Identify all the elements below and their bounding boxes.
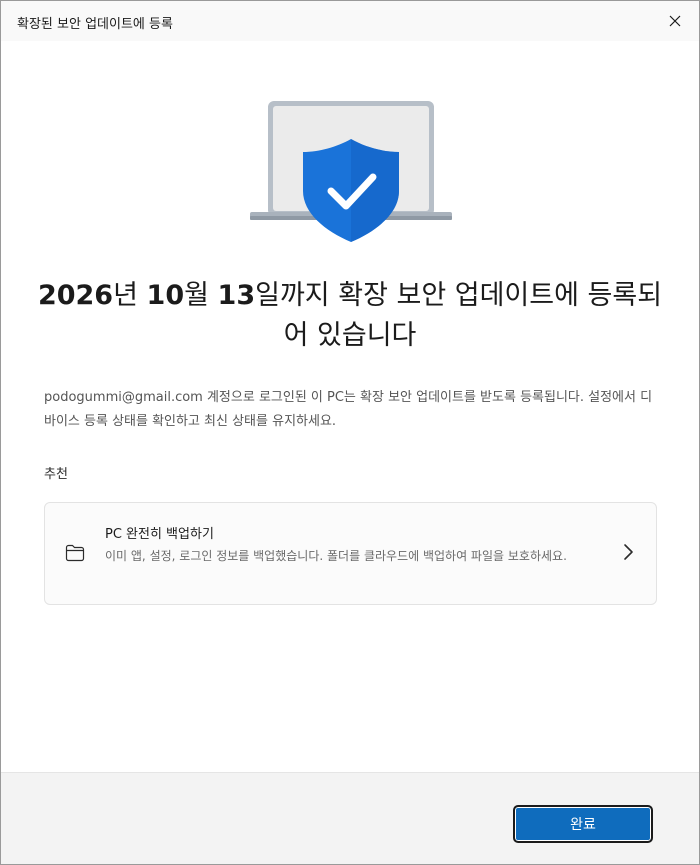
done-button[interactable]: 완료 [513,805,653,843]
title-bar: 확장된 보안 업데이트에 등록 [1,1,699,41]
enrollment-description: podogummi@gmail.com 계정으로 로그인된 이 PC는 확장 보… [44,390,653,429]
folder-icon [65,544,85,562]
window-title: 확장된 보안 업데이트에 등록 [17,17,173,32]
close-button[interactable] [657,5,693,37]
chevron-right-icon [624,544,633,560]
esu-enrollment-dialog: 확장된 보안 업데이트에 등록 2026년 10월 13일까지 확장 보안 업데… [0,0,700,865]
content-area: 2026년 10월 13일까지 확장 보안 업데이트에 등록되어 있습니다 po… [1,41,699,772]
laptop-shield-illustration [250,101,452,242]
dialog-footer: 완료 [1,772,699,864]
enrollment-headline: 2026년 10월 13일까지 확장 보안 업데이트에 등록되어 있습니다 [37,280,663,351]
backup-pc-card[interactable]: PC 완전히 백업하기 이미 앱, 설정, 로그인 정보를 백업했습니다. 폴더… [44,502,657,605]
shield-check-icon [303,139,399,242]
recommendation-label: 추천 [44,467,68,482]
close-icon [669,15,681,27]
backup-card-title: PC 완전히 백업하기 [105,527,214,542]
backup-card-description: 이미 앱, 설정, 로그인 정보를 백업했습니다. 폴더를 클라우드에 백업하여… [105,549,567,563]
